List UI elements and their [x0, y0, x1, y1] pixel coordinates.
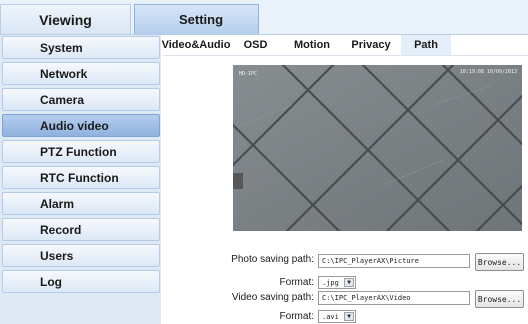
sidebar: System Network Camera Audio video PTZ Fu…	[0, 35, 161, 324]
tab-privacy[interactable]: Privacy	[343, 35, 399, 55]
sidebar-item-record[interactable]: Record	[2, 218, 160, 241]
sidebar-item-users[interactable]: Users	[2, 244, 160, 267]
tab-osd[interactable]: OSD	[233, 35, 278, 55]
photo-format-select[interactable]: .jpg ▼	[318, 276, 356, 289]
sidebar-item-ptz-function[interactable]: PTZ Function	[2, 140, 160, 163]
sub-tab-bar: Video&Audio OSD Motion Privacy Path	[162, 35, 528, 55]
osd-camera-name: HD-IPC	[239, 71, 258, 77]
sub-tab-divider	[163, 55, 528, 56]
tab-setting[interactable]: Setting	[134, 4, 259, 34]
sidebar-item-log[interactable]: Log	[2, 270, 160, 293]
photo-browse-button[interactable]: Browse...	[475, 253, 524, 271]
video-format-label: Format:	[279, 311, 314, 322]
ceiling-tile-pattern	[233, 65, 522, 231]
sidebar-item-camera[interactable]: Camera	[2, 88, 160, 111]
tab-viewing[interactable]: Viewing	[0, 4, 131, 34]
tab-video-audio[interactable]: Video&Audio	[162, 35, 231, 55]
osd-timestamp: 10:19:08 10/09/2013	[459, 69, 517, 75]
video-preview: HD-IPC 10:19:08 10/09/2013	[233, 65, 522, 231]
camera-fixture	[233, 173, 243, 189]
chevron-down-icon[interactable]: ▼	[344, 312, 354, 321]
video-format-value: .avi	[322, 313, 339, 321]
photo-format-label: Format:	[279, 277, 314, 288]
video-browse-button[interactable]: Browse...	[475, 290, 524, 308]
sidebar-item-network[interactable]: Network	[2, 62, 160, 85]
video-path-field[interactable]: C:\IPC_PlayerAX\Video	[318, 291, 470, 305]
photo-path-label: Photo saving path:	[231, 254, 314, 265]
sidebar-item-rtc-function[interactable]: RTC Function	[2, 166, 160, 189]
video-format-select[interactable]: .avi ▼	[318, 310, 356, 323]
top-tab-bar: Viewing Setting	[0, 0, 528, 35]
sidebar-item-audio-video[interactable]: Audio video	[2, 114, 160, 137]
sidebar-item-system[interactable]: System	[2, 36, 160, 59]
chevron-down-icon[interactable]: ▼	[344, 278, 354, 287]
tab-path[interactable]: Path	[401, 35, 451, 55]
video-path-label: Video saving path:	[231, 292, 314, 303]
sidebar-item-alarm[interactable]: Alarm	[2, 192, 160, 215]
tab-motion[interactable]: Motion	[283, 35, 341, 55]
photo-path-field[interactable]: C:\IPC_PlayerAX\Picture	[318, 254, 470, 268]
photo-format-value: .jpg	[322, 279, 339, 287]
